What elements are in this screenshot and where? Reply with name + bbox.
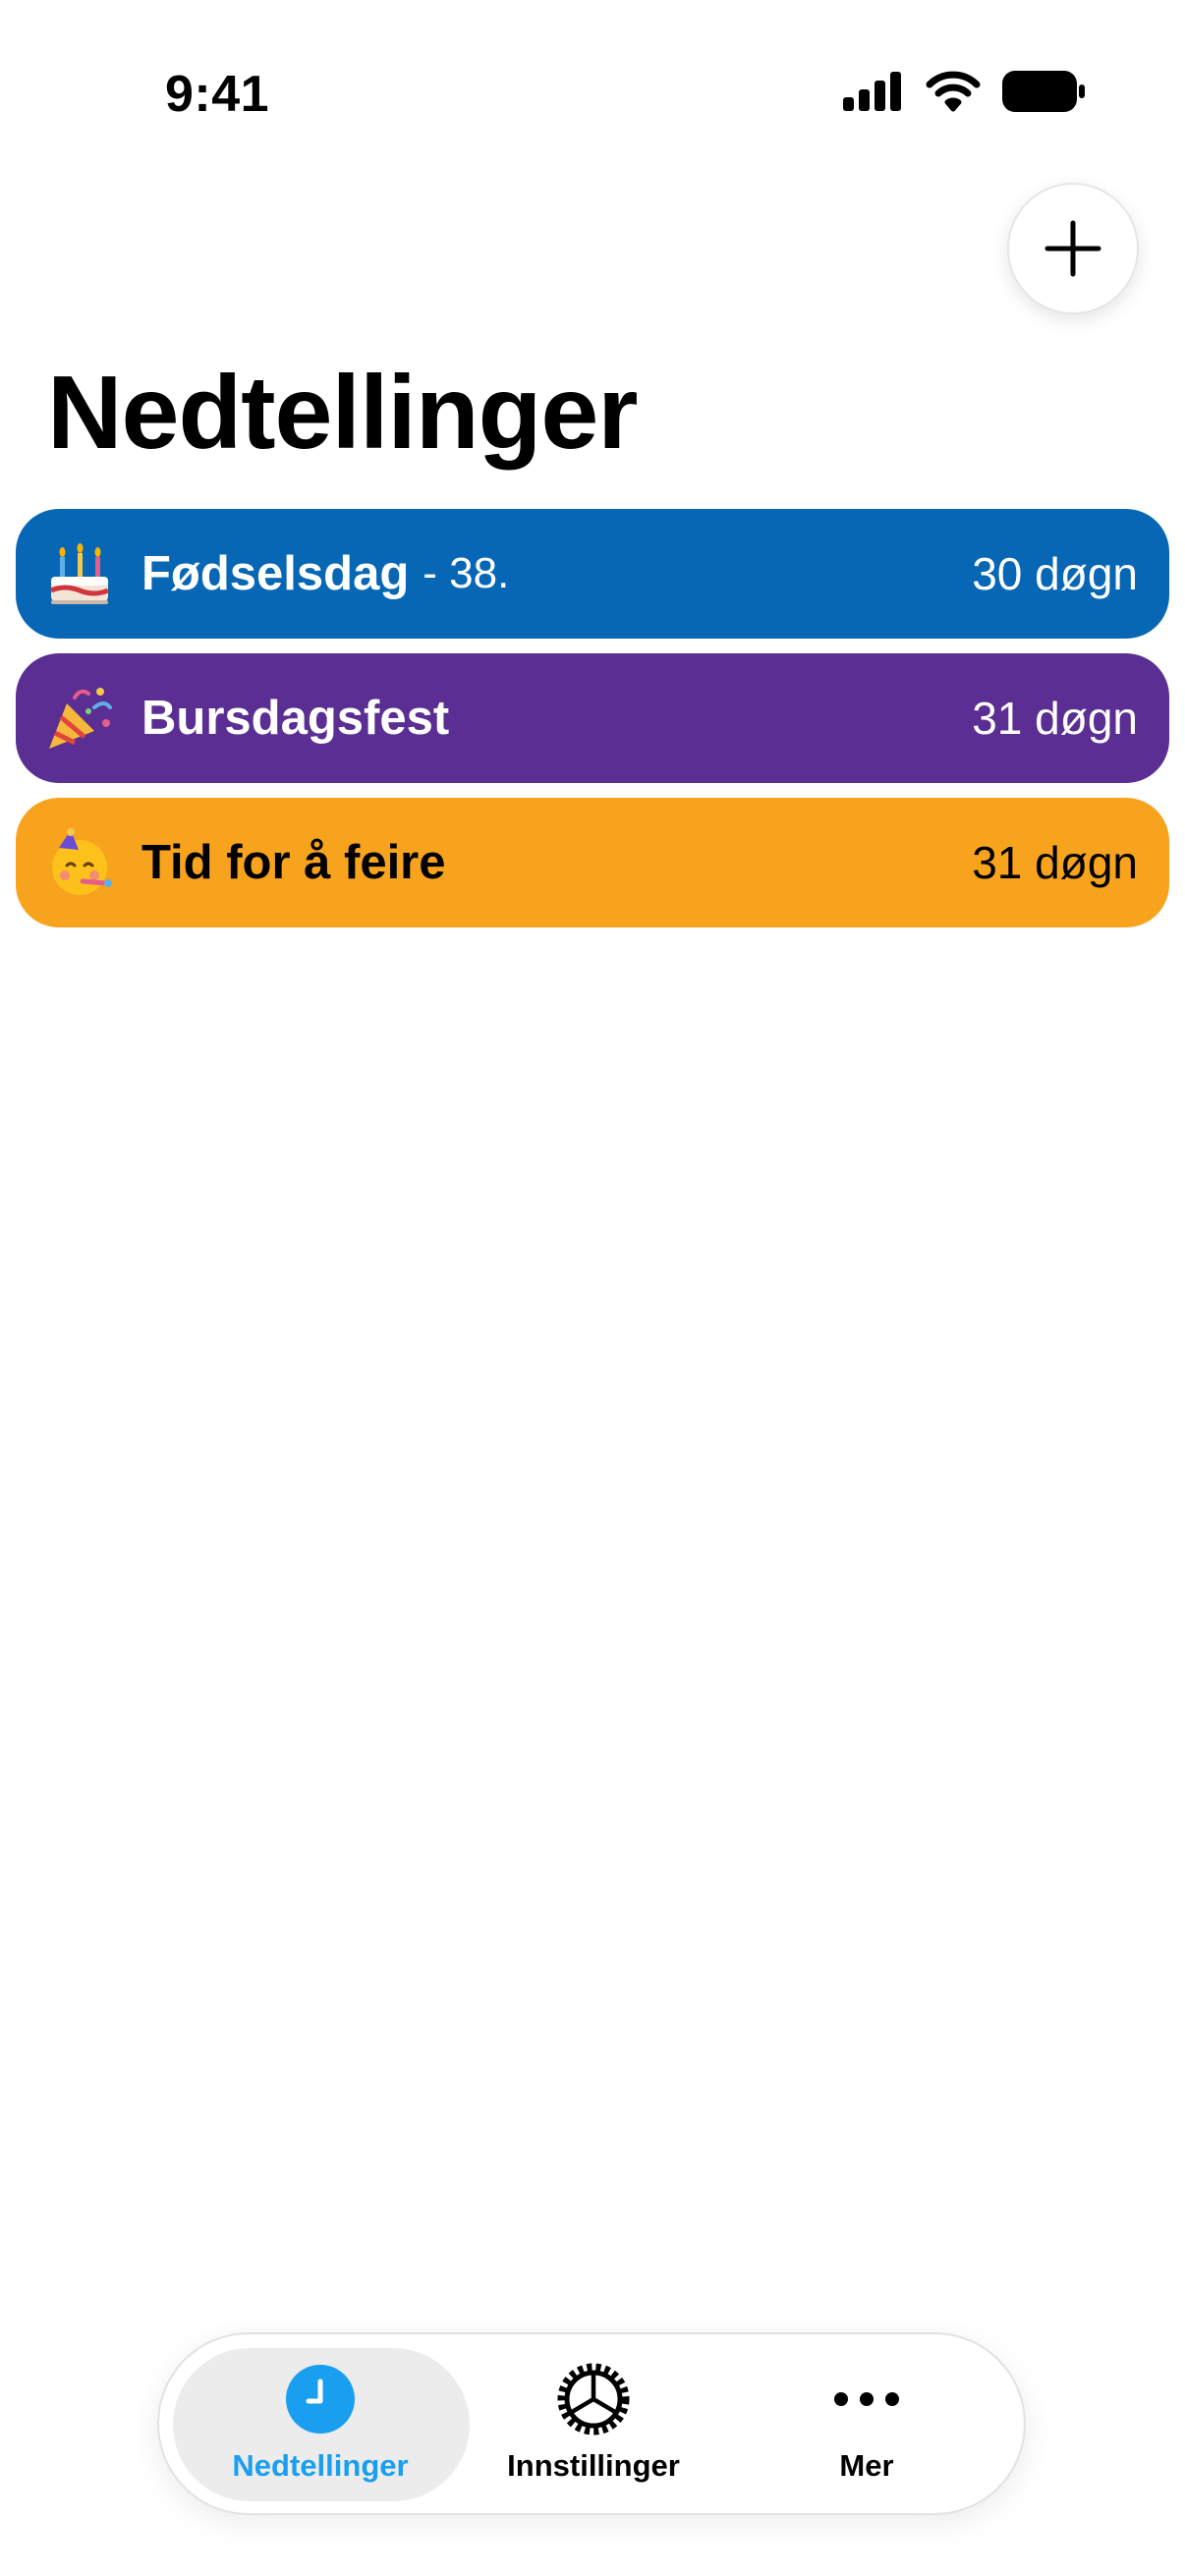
- countdown-row[interactable]: Fødselsdag - 38. 30 døgn: [16, 509, 1169, 639]
- ellipsis-icon: [834, 2392, 899, 2406]
- add-countdown-button[interactable]: [1007, 183, 1139, 314]
- tab-label: Mer: [839, 2448, 894, 2483]
- countdown-days: 31 døgn: [972, 693, 1138, 744]
- status-time: 9:41: [165, 66, 270, 123]
- clock-icon: [286, 2365, 355, 2434]
- countdown-row[interactable]: Tid for å feire 31 døgn: [16, 798, 1169, 927]
- countdown-suffix: - 38.: [423, 549, 510, 597]
- wifi-icon: [926, 71, 981, 112]
- countdown-row[interactable]: Bursdagsfest 31 døgn: [16, 653, 1169, 783]
- countdown-list: Fødselsdag - 38. 30 døgn Bursdagsfest 31…: [16, 509, 1169, 942]
- tab-innstillinger[interactable]: Innstillinger: [466, 2362, 721, 2490]
- countdown-title: Bursdagsfest: [141, 692, 450, 745]
- birthday-cake-icon: [50, 543, 109, 604]
- tab-label: Innstillinger: [507, 2448, 680, 2483]
- gear-icon: [557, 2363, 630, 2436]
- tab-nedtellinger[interactable]: Nedtellinger: [193, 2362, 448, 2490]
- tab-bar: Nedtellinger Innstillinger Mer: [157, 2332, 1026, 2515]
- countdown-days: 31 døgn: [972, 837, 1138, 888]
- partying-face-icon: [52, 828, 112, 895]
- status-icons: [843, 71, 1085, 112]
- countdown-days: 30 døgn: [972, 548, 1138, 599]
- app-screen: 9:41 Nedtellinger Fødselsdag - 38. 30 dø…: [0, 0, 1185, 2576]
- page-title: Nedtellinger: [47, 355, 639, 471]
- battery-icon: [1002, 71, 1085, 112]
- countdown-title: Tid for å feire: [141, 836, 446, 889]
- plus-icon: [1044, 220, 1101, 277]
- party-popper-icon: [49, 688, 112, 749]
- tab-label: Nedtellinger: [232, 2448, 409, 2483]
- countdown-title: Fødselsdag: [141, 547, 410, 600]
- cellular-signal-icon: [843, 72, 901, 111]
- tab-mer[interactable]: Mer: [739, 2362, 994, 2490]
